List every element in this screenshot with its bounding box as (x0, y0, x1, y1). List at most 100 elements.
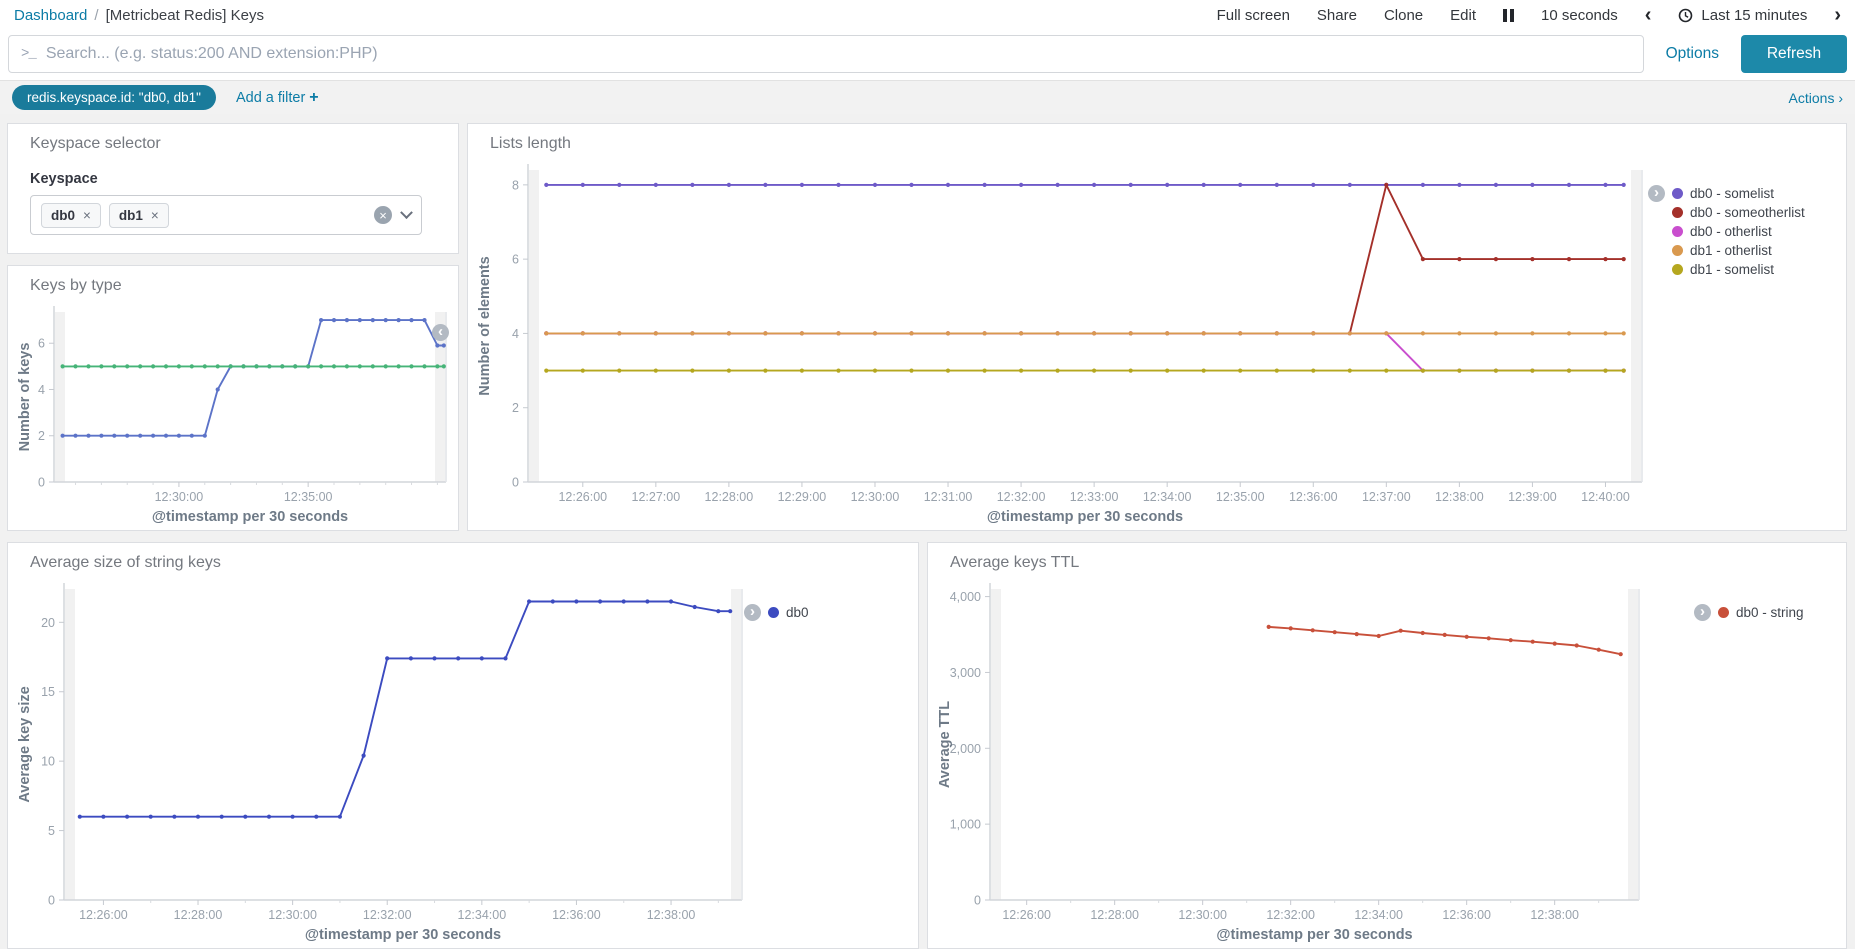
legend-color-dot (1672, 188, 1683, 199)
svg-text:20: 20 (41, 616, 55, 630)
share-button[interactable]: Share (1317, 7, 1357, 24)
svg-text:12:26:00: 12:26:00 (1002, 908, 1051, 922)
legend-collapse-icon[interactable]: › (1648, 185, 1665, 202)
chart-keys-by-type[interactable]: 0 2 4 6 12:30:00 12:35:00 @timestamp per 30 se… (14, 302, 452, 528)
svg-text:12:30:00: 12:30:00 (155, 490, 204, 504)
svg-text:12:37:00: 12:37:00 (1362, 490, 1411, 504)
time-range-label[interactable]: Last 15 minutes (1701, 7, 1807, 24)
svg-text:@timestamp per 30 seconds: @timestamp per 30 seconds (987, 509, 1183, 525)
keyspace-combobox[interactable]: db0 × db1 × × (30, 195, 422, 235)
legend-item[interactable]: db0 - someotherlist (1672, 203, 1840, 222)
svg-text:8: 8 (512, 178, 519, 192)
panel-title: Lists length (490, 135, 571, 152)
plus-icon: + (309, 88, 319, 106)
remove-tag-icon[interactable]: × (83, 208, 91, 223)
filter-bar: redis.keyspace.id: "db0, db1" Add a filt… (0, 81, 1855, 114)
legend-color-dot (1672, 264, 1683, 275)
svg-text:12:29:00: 12:29:00 (778, 490, 827, 504)
chart-legend: › db0 - string (1694, 579, 1840, 946)
svg-text:12:36:00: 12:36:00 (552, 908, 601, 922)
time-forward-icon[interactable]: › (1834, 5, 1841, 25)
svg-text:@timestamp per 30 seconds: @timestamp per 30 seconds (1216, 927, 1412, 943)
panel-keyspace-selector: Keyspace selector Keyspace db0 × db1 × × (7, 123, 459, 254)
chart-lists-length[interactable]: 0 2 4 6 8 12:26:00 12:27:00 12:28:00 12:29:00 12:… (474, 160, 1648, 528)
keyspace-tag-db1[interactable]: db1 × (108, 202, 169, 228)
svg-text:3,000: 3,000 (950, 666, 981, 680)
options-link[interactable]: Options (1644, 45, 1741, 63)
add-filter-button[interactable]: Add a filter + (236, 89, 319, 107)
chart-avg-keys-ttl[interactable]: 0 1,000 2,000 3,000 4,000 12:26:00 12:28:00 12:… (934, 579, 1694, 946)
breadcrumb-separator: / (94, 6, 99, 24)
refresh-button[interactable]: Refresh (1741, 35, 1847, 73)
svg-text:0: 0 (512, 476, 519, 490)
svg-text:4: 4 (512, 327, 519, 341)
chevron-down-icon[interactable] (400, 205, 413, 219)
legend-item[interactable]: db1 - somelist (1672, 260, 1840, 279)
svg-text:10: 10 (41, 755, 55, 769)
legend-collapse-icon[interactable]: › (744, 604, 761, 621)
legend-item[interactable]: › db0 - string (1694, 603, 1840, 622)
search-box[interactable]: >_ (8, 35, 1644, 73)
actions-button[interactable]: Actions › (1789, 90, 1843, 106)
legend-label: db1 - somelist (1690, 262, 1775, 277)
edit-button[interactable]: Edit (1450, 7, 1476, 24)
breadcrumb-dashboard-link[interactable]: Dashboard (14, 7, 87, 24)
top-nav-menu: Full screen Share Clone Edit 10 seconds … (1217, 5, 1841, 25)
legend-label: db1 - otherlist (1690, 243, 1772, 258)
legend-item[interactable]: db1 - otherlist (1672, 241, 1840, 260)
svg-text:12:30:00: 12:30:00 (1178, 908, 1227, 922)
full-screen-button[interactable]: Full screen (1217, 7, 1290, 24)
filter-pill[interactable]: redis.keyspace.id: "db0, db1" (12, 85, 216, 110)
svg-text:0: 0 (48, 894, 55, 908)
panel-lists-length: Lists length 0 2 4 6 8 12:26:00 12:27:00 12:28:… (467, 123, 1847, 531)
panel-title: Average size of string keys (30, 554, 221, 571)
search-input[interactable] (45, 45, 1631, 63)
pause-icon[interactable] (1503, 8, 1515, 22)
search-row: >_ Options Refresh (0, 30, 1855, 81)
svg-text:@timestamp per 30 seconds: @timestamp per 30 seconds (152, 509, 348, 525)
svg-text:12:26:00: 12:26:00 (79, 908, 128, 922)
time-range-picker[interactable]: Last 15 minutes (1678, 7, 1807, 24)
legend-item[interactable]: db0 - otherlist (1672, 222, 1840, 241)
legend-item[interactable]: › db0 - somelist (1648, 184, 1840, 203)
svg-text:12:32:00: 12:32:00 (363, 908, 412, 922)
keyspace-field-label: Keyspace (30, 171, 98, 187)
panel-title: Keys by type (30, 277, 122, 294)
remove-tag-icon[interactable]: × (151, 208, 159, 223)
legend-color-dot (1672, 207, 1683, 218)
chart-avg-string-size[interactable]: 0 5 10 15 20 12:26:00 12:28:00 12:30:00 12:32:00… (14, 579, 744, 946)
circle-x-icon[interactable]: × (374, 206, 392, 224)
clone-button[interactable]: Clone (1384, 7, 1423, 24)
svg-text:12:30:00: 12:30:00 (851, 490, 900, 504)
svg-text:12:38:00: 12:38:00 (647, 908, 696, 922)
legend-expand-icon[interactable]: ‹ (432, 324, 449, 341)
svg-text:0: 0 (38, 476, 45, 490)
svg-text:2: 2 (38, 429, 45, 443)
chart-legend: › db0 - somelist db0 - someotherlist db0 - … (1648, 160, 1840, 528)
svg-text:12:27:00: 12:27:00 (632, 490, 681, 504)
chart-legend: › db0 (744, 579, 912, 946)
svg-text:12:28:00: 12:28:00 (174, 908, 223, 922)
svg-text:12:34:00: 12:34:00 (458, 908, 507, 922)
legend-collapse-icon[interactable]: › (1694, 604, 1711, 621)
svg-text:@timestamp per 30 seconds: @timestamp per 30 seconds (305, 927, 501, 943)
svg-text:12:28:00: 12:28:00 (1090, 908, 1139, 922)
keyspace-tag-db0[interactable]: db0 × (41, 202, 101, 228)
svg-text:12:32:00: 12:32:00 (997, 490, 1046, 504)
time-back-icon[interactable]: ‹ (1645, 5, 1652, 25)
svg-text:12:34:00: 12:34:00 (1354, 908, 1403, 922)
svg-text:12:38:00: 12:38:00 (1435, 490, 1484, 504)
panel-title: Average keys TTL (950, 554, 1080, 571)
svg-text:4,000: 4,000 (950, 590, 981, 604)
legend-item[interactable]: › db0 (744, 603, 912, 622)
svg-text:Number of keys: Number of keys (17, 343, 33, 452)
panel-avg-string-size: Average size of string keys 0 5 10 15 20 12:2… (7, 542, 919, 949)
page-title: [Metricbeat Redis] Keys (105, 6, 264, 24)
svg-text:15: 15 (41, 685, 55, 699)
refresh-interval-button[interactable]: 10 seconds (1541, 7, 1618, 24)
svg-text:12:36:00: 12:36:00 (1289, 490, 1338, 504)
svg-text:5: 5 (48, 824, 55, 838)
query-prompt-icon: >_ (21, 46, 37, 62)
panel-avg-keys-ttl: Average keys TTL 0 1,000 2,000 3,000 4,000 12… (927, 542, 1847, 949)
legend-label: db0 - string (1736, 605, 1804, 620)
